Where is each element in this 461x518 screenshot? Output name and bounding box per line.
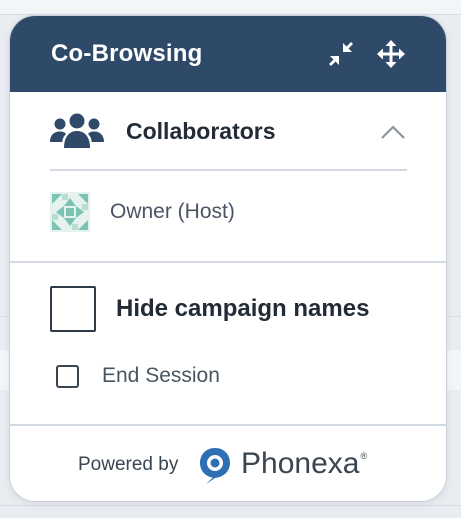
- hide-campaign-names-toggle[interactable]: Hide campaign names: [50, 286, 430, 332]
- end-session-label: End Session: [102, 364, 220, 387]
- widget-footer: Powered by Phonexa®: [10, 428, 446, 501]
- section-divider: [10, 424, 446, 426]
- end-session-checkbox[interactable]: [56, 365, 79, 388]
- collaborator-name: Owner (Host): [110, 200, 235, 223]
- chevron-up-icon[interactable]: [380, 122, 406, 142]
- phonexa-brand-name: Phonexa®: [241, 447, 367, 481]
- phonexa-logo-icon: [198, 446, 232, 486]
- hide-campaign-names-checkbox[interactable]: [50, 286, 96, 332]
- hide-campaign-names-label: Hide campaign names: [116, 295, 370, 322]
- quilt-pattern-avatar: [50, 192, 90, 232]
- users-group-icon: [50, 112, 104, 155]
- brand-text: Phonexa: [241, 447, 360, 480]
- end-session-option[interactable]: End Session: [56, 363, 296, 389]
- section-divider: [10, 261, 446, 263]
- widget-title: Co-Browsing: [51, 40, 203, 67]
- move-arrows-icon[interactable]: [376, 39, 406, 69]
- section-divider: [50, 169, 407, 171]
- minimize-arrows-icon[interactable]: [326, 39, 356, 69]
- collaborators-section-header[interactable]: Collaborators: [50, 112, 408, 154]
- background-band: [0, 0, 461, 14]
- registered-mark: ®: [360, 451, 368, 461]
- widget-header[interactable]: Co-Browsing: [10, 16, 446, 92]
- background-divider: [0, 505, 461, 506]
- co-browsing-widget: Co-Browsing Collaborators Owner (Host) H…: [9, 15, 447, 502]
- powered-by-text: Powered by: [78, 454, 179, 475]
- collaborator-item: Owner (Host): [50, 192, 350, 232]
- collaborators-heading: Collaborators: [126, 118, 276, 144]
